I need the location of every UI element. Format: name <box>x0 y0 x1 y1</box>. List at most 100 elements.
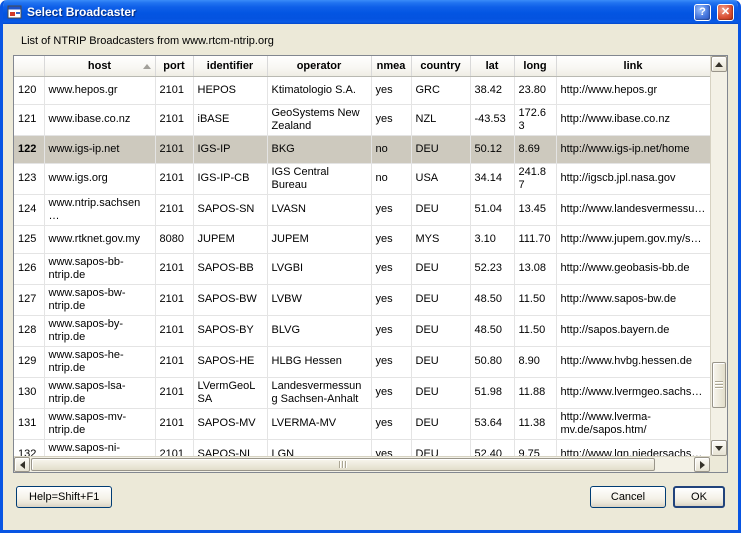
cell-link[interactable]: http://www.lgn.niedersachs… <box>556 439 710 456</box>
cell-nmea[interactable]: yes <box>371 315 411 346</box>
cell-long[interactable]: 11.50 <box>514 315 556 346</box>
cell-nmea[interactable]: yes <box>371 377 411 408</box>
cell-identifier[interactable]: IGS-IP-CB <box>193 163 267 194</box>
cell-operator[interactable]: GeoSystems New Zealand <box>267 104 371 135</box>
scroll-right-button[interactable] <box>694 457 710 472</box>
cell-num[interactable]: 121 <box>14 104 44 135</box>
cell-operator[interactable]: Landesvermessung Sachsen-Anhalt <box>267 377 371 408</box>
cell-long[interactable]: 8.69 <box>514 135 556 163</box>
cell-country[interactable]: DEU <box>411 346 470 377</box>
cell-long[interactable]: 11.50 <box>514 284 556 315</box>
scroll-up-button[interactable] <box>711 56 727 72</box>
horizontal-scrollbar[interactable] <box>14 456 710 472</box>
col-header-num[interactable] <box>14 56 44 76</box>
cell-num[interactable]: 122 <box>14 135 44 163</box>
cell-host[interactable]: www.ntrip.sachsen… <box>44 194 155 225</box>
cell-identifier[interactable]: HEPOS <box>193 76 267 104</box>
help-button[interactable]: Help=Shift+F1 <box>16 486 112 508</box>
cancel-button[interactable]: Cancel <box>590 486 666 508</box>
cell-host[interactable]: www.sapos-lsa-ntrip.de <box>44 377 155 408</box>
cell-operator[interactable]: LVASN <box>267 194 371 225</box>
cell-host[interactable]: www.sapos-bw-ntrip.de <box>44 284 155 315</box>
cell-num[interactable]: 129 <box>14 346 44 377</box>
cell-nmea[interactable]: yes <box>371 225 411 253</box>
col-header-host[interactable]: host <box>44 56 155 76</box>
cell-port[interactable]: 2101 <box>155 104 193 135</box>
cell-identifier[interactable]: SAPOS-MV <box>193 408 267 439</box>
col-header-lat[interactable]: lat <box>470 56 514 76</box>
cell-lat[interactable]: 38.42 <box>470 76 514 104</box>
table-row[interactable]: 121www.ibase.co.nz2101iBASEGeoSystems Ne… <box>14 104 710 135</box>
cell-nmea[interactable]: yes <box>371 194 411 225</box>
cell-link[interactable]: http://www.hepos.gr <box>556 76 710 104</box>
cell-long[interactable]: 13.45 <box>514 194 556 225</box>
cell-long[interactable]: 11.88 <box>514 377 556 408</box>
cell-long[interactable]: 172.63 <box>514 104 556 135</box>
vertical-scroll-track[interactable] <box>711 72 727 440</box>
cell-lat[interactable]: 52.23 <box>470 253 514 284</box>
cell-operator[interactable]: HLBG Hessen <box>267 346 371 377</box>
cell-lat[interactable]: 51.98 <box>470 377 514 408</box>
vertical-scrollbar[interactable] <box>710 56 727 456</box>
cell-long[interactable]: 8.90 <box>514 346 556 377</box>
cell-link[interactable]: http://www.jupem.gov.my/s… <box>556 225 710 253</box>
cell-operator[interactable]: IGS Central Bureau <box>267 163 371 194</box>
cell-lat[interactable]: 52.40 <box>470 439 514 456</box>
cell-port[interactable]: 2101 <box>155 253 193 284</box>
cell-lat[interactable]: -43.53 <box>470 104 514 135</box>
col-header-long[interactable]: long <box>514 56 556 76</box>
col-header-country[interactable]: country <box>411 56 470 76</box>
cell-identifier[interactable]: SAPOS-SN <box>193 194 267 225</box>
cell-host[interactable]: www.sapos-bb-ntrip.de <box>44 253 155 284</box>
cell-lat[interactable]: 34.14 <box>470 163 514 194</box>
cell-port[interactable]: 2101 <box>155 194 193 225</box>
col-header-nmea[interactable]: nmea <box>371 56 411 76</box>
cell-country[interactable]: GRC <box>411 76 470 104</box>
cell-lat[interactable]: 51.04 <box>470 194 514 225</box>
cell-lat[interactable]: 50.80 <box>470 346 514 377</box>
cell-port[interactable]: 2101 <box>155 377 193 408</box>
cell-port[interactable]: 2101 <box>155 135 193 163</box>
col-header-identifier[interactable]: identifier <box>193 56 267 76</box>
table-row[interactable]: 129www.sapos-he-ntrip.de2101SAPOS-HEHLBG… <box>14 346 710 377</box>
cell-host[interactable]: www.sapos-ni-ntrip.de <box>44 439 155 456</box>
vertical-scroll-thumb[interactable] <box>712 362 726 408</box>
cell-port[interactable]: 2101 <box>155 76 193 104</box>
table-row[interactable]: 124www.ntrip.sachsen…2101SAPOS-SNLVASNye… <box>14 194 710 225</box>
table-row[interactable]: 126www.sapos-bb-ntrip.de2101SAPOS-BBLVGB… <box>14 253 710 284</box>
cell-identifier[interactable]: SAPOS-NI <box>193 439 267 456</box>
cell-port[interactable]: 2101 <box>155 408 193 439</box>
cell-link[interactable]: http://www.igs-ip.net/home <box>556 135 710 163</box>
cell-lat[interactable]: 48.50 <box>470 284 514 315</box>
table-row[interactable]: 131www.sapos-mv-ntrip.de2101SAPOS-MVLVER… <box>14 408 710 439</box>
col-header-link[interactable]: link <box>556 56 710 76</box>
cell-host[interactable]: www.sapos-mv-ntrip.de <box>44 408 155 439</box>
scroll-left-button[interactable] <box>14 457 30 472</box>
titlebar[interactable]: Select Broadcaster ? ✕ <box>3 0 738 24</box>
cell-country[interactable]: MYS <box>411 225 470 253</box>
cell-operator[interactable]: BKG <box>267 135 371 163</box>
cell-country[interactable]: DEU <box>411 315 470 346</box>
cell-identifier[interactable]: SAPOS-HE <box>193 346 267 377</box>
cell-host[interactable]: www.igs-ip.net <box>44 135 155 163</box>
cell-long[interactable]: 9.75 <box>514 439 556 456</box>
cell-link[interactable]: http://igscb.jpl.nasa.gov <box>556 163 710 194</box>
cell-identifier[interactable]: SAPOS-BB <box>193 253 267 284</box>
cell-num[interactable]: 132 <box>14 439 44 456</box>
cell-link[interactable]: http://www.lvermgeo.sachs… <box>556 377 710 408</box>
table-row[interactable]: 132www.sapos-ni-ntrip.de2101SAPOS-NILGNy… <box>14 439 710 456</box>
cell-country[interactable]: USA <box>411 163 470 194</box>
cell-nmea[interactable]: yes <box>371 408 411 439</box>
cell-num[interactable]: 123 <box>14 163 44 194</box>
col-header-operator[interactable]: operator <box>267 56 371 76</box>
cell-identifier[interactable]: LVermGeoLSA <box>193 377 267 408</box>
cell-host[interactable]: www.sapos-by-ntrip.de <box>44 315 155 346</box>
table-row[interactable]: 127www.sapos-bw-ntrip.de2101SAPOS-BWLVBW… <box>14 284 710 315</box>
horizontal-scroll-thumb[interactable] <box>31 458 655 471</box>
cell-nmea[interactable]: yes <box>371 253 411 284</box>
cell-operator[interactable]: BLVG <box>267 315 371 346</box>
ok-button[interactable]: OK <box>673 486 725 508</box>
cell-lat[interactable]: 48.50 <box>470 315 514 346</box>
cell-identifier[interactable]: JUPEM <box>193 225 267 253</box>
cell-nmea[interactable]: no <box>371 135 411 163</box>
